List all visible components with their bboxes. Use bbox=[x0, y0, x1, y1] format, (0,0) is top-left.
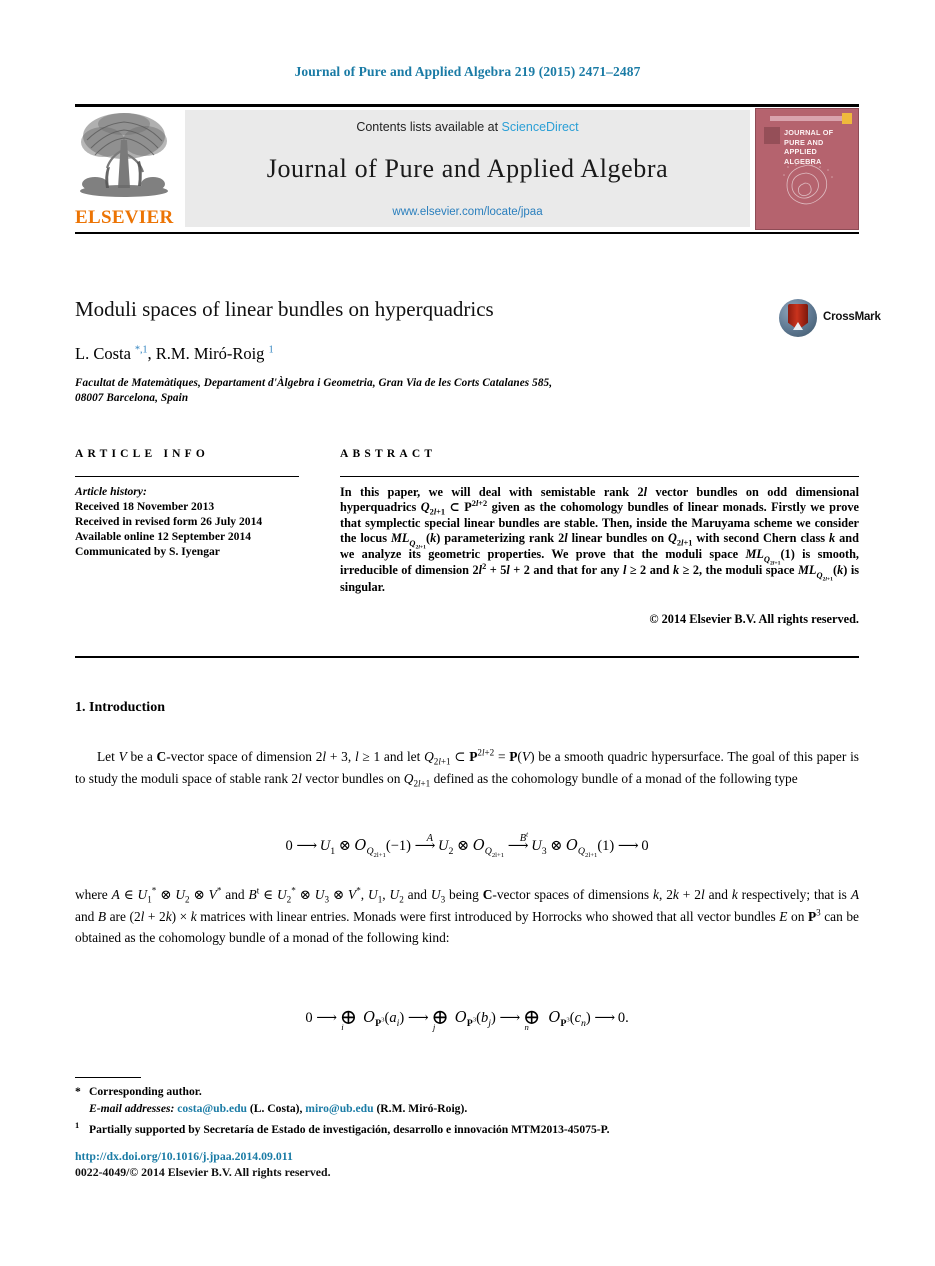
footnote-numeric-mark: 1 bbox=[75, 1120, 80, 1131]
author-list: L. Costa *,1, R.M. Miró-Roig 1 bbox=[75, 344, 274, 363]
footnote-corresponding-text: Corresponding author. bbox=[89, 1085, 202, 1098]
article-info-heading: ARTICLE INFO bbox=[75, 448, 210, 460]
cover-accent-square bbox=[842, 113, 852, 124]
contents-available-line: Contents lists available at ScienceDirec… bbox=[185, 120, 750, 134]
section-heading-introduction: 1. Introduction bbox=[75, 700, 165, 715]
body-paragraph-2: where A ∈ U1* ⊗ U2 ⊗ V* and Bt ∈ U2* ⊗ U… bbox=[75, 885, 859, 945]
footnote-rule bbox=[75, 1077, 141, 1078]
email-link-miro[interactable]: miro@ub.edu bbox=[305, 1102, 373, 1115]
history-communicated: Communicated by S. Iyengar bbox=[75, 545, 220, 559]
crossmark-badge[interactable]: CrossMark bbox=[779, 298, 881, 340]
body-separator-rule bbox=[75, 656, 859, 658]
affiliation-line-1: Facultat de Matemàtiques, Departament d'… bbox=[75, 377, 553, 389]
display-equation-2: 0 ⟶ ⊕i OP3(ai) ⟶ ⊕j OP3(bj) ⟶ ⊕n OP3(cn)… bbox=[305, 1005, 629, 1032]
running-head: Journal of Pure and Applied Algebra 219 … bbox=[294, 64, 641, 79]
elsevier-logo: ELSEVIER bbox=[75, 108, 173, 230]
footnote-funding-text: Partially supported by Secretaría de Est… bbox=[89, 1123, 610, 1137]
doi-link[interactable]: http://dx.doi.org/10.1016/j.jpaa.2014.09… bbox=[75, 1149, 293, 1164]
abstract-heading: ABSTRACT bbox=[340, 448, 437, 460]
affiliation: Facultat de Matemàtiques, Departament d'… bbox=[75, 376, 735, 406]
elsevier-tree-icon bbox=[80, 113, 168, 197]
footnote-block: * Corresponding author. E-mail addresses:… bbox=[75, 1084, 859, 1139]
cover-artwork-icon bbox=[783, 163, 833, 205]
display-equation-1: 0 ⟶ U1 ⊗ OQ2l+1(−1) A⟶ U2 ⊗ OQ2l+1 Bt⟶ U… bbox=[285, 830, 649, 859]
issn-copyright-line: 0022-4049/© 2014 Elsevier B.V. All right… bbox=[75, 1165, 331, 1179]
journal-homepage-link[interactable]: www.elsevier.com/locate/jpaa bbox=[185, 206, 750, 218]
footnote-asterisk-mark: * bbox=[75, 1085, 81, 1098]
history-revised: Received in revised form 26 July 2014 bbox=[75, 515, 263, 529]
cover-top-bar bbox=[770, 116, 852, 121]
email-owner-costa: (L. Costa), bbox=[249, 1101, 303, 1115]
journal-masthead: ELSEVIER Contents lists available at Sci… bbox=[75, 108, 859, 230]
sciencedirect-link[interactable]: ScienceDirect bbox=[502, 120, 579, 134]
contents-prefix: Contents lists available at bbox=[356, 120, 502, 134]
email-owner-miro: (R.M. Miró-Roig). bbox=[376, 1101, 468, 1115]
affiliation-line-2: 08007 Barcelona, Spain bbox=[75, 392, 189, 404]
footnote-corresponding: * Corresponding author. bbox=[75, 1084, 859, 1101]
article-history: Article history: Received 18 November 20… bbox=[75, 484, 305, 559]
crossmark-label: CrossMark bbox=[823, 311, 881, 323]
footnote-emails: E-mail addresses: costa@ub.edu (L. Costa… bbox=[75, 1101, 859, 1118]
cover-elsevier-mini-icon bbox=[764, 127, 780, 144]
masthead-top-rule bbox=[75, 104, 859, 107]
history-available: Available online 12 September 2014 bbox=[75, 530, 252, 544]
article-info-rule bbox=[75, 476, 299, 477]
history-label: Article history: bbox=[75, 485, 147, 498]
paper-page: Journal of Pure and Applied Algebra 219 … bbox=[0, 0, 935, 1266]
journal-title: Journal of Pure and Applied Algebra bbox=[266, 154, 669, 183]
body-paragraph-1: Let V be a C-vector space of dimension 2… bbox=[75, 747, 859, 789]
abstract-rule bbox=[340, 476, 859, 477]
article-title: Moduli spaces of linear bundles on hyper… bbox=[75, 297, 494, 321]
email-label: E-mail addresses: bbox=[89, 1101, 175, 1115]
masthead-bottom-rule bbox=[75, 232, 859, 234]
abstract-text: In this paper, we will deal with semista… bbox=[340, 485, 860, 594]
contents-panel: Contents lists available at ScienceDirec… bbox=[185, 110, 750, 227]
abstract-copyright: © 2014 Elsevier B.V. All rights reserved… bbox=[649, 612, 859, 626]
elsevier-wordmark: ELSEVIER bbox=[75, 207, 174, 228]
journal-cover-thumbnail[interactable]: JOURNAL OF PURE AND APPLIED ALGEBRA bbox=[755, 108, 859, 230]
footnote-funding: 1 Partially supported by Secretaría de Es… bbox=[75, 1117, 859, 1138]
history-received: Received 18 November 2013 bbox=[75, 500, 215, 514]
email-link-costa[interactable]: costa@ub.edu bbox=[177, 1102, 247, 1115]
